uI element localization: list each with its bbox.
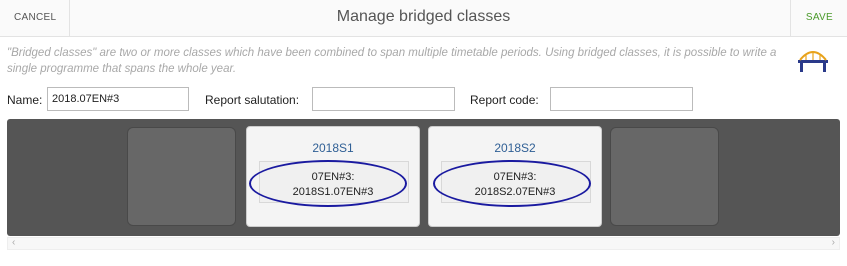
report-salutation-label: Report salutation:: [205, 93, 300, 107]
header-divider-right: [790, 0, 791, 37]
empty-slot[interactable]: [127, 127, 236, 226]
header-bar: CANCEL Manage bridged classes SAVE: [0, 0, 847, 37]
empty-slot[interactable]: [610, 127, 719, 226]
name-label: Name:: [7, 93, 43, 107]
period-card[interactable]: 2018S2 07EN#3: 2018S2.07EN#3: [428, 126, 602, 227]
description-text: "Bridged classes" are two or more classe…: [7, 47, 777, 75]
report-code-label: Report code:: [470, 93, 539, 107]
report-salutation-input[interactable]: [312, 87, 455, 111]
save-button[interactable]: SAVE: [806, 12, 833, 23]
bridged-classes-strip: 2018S1 07EN#3: 2018S1.07EN#3 2018S2 07EN…: [7, 119, 840, 236]
name-input[interactable]: [47, 87, 189, 111]
highlight-circle: [433, 160, 591, 207]
horizontal-scrollbar[interactable]: ‹ ›: [7, 237, 840, 250]
period-title: 2018S2: [494, 141, 536, 155]
period-title: 2018S1: [312, 141, 354, 155]
period-card[interactable]: 2018S1 07EN#3: 2018S1.07EN#3: [246, 126, 420, 227]
bridge-icon: [798, 51, 828, 72]
chevron-left-icon[interactable]: ‹: [12, 237, 15, 248]
highlight-circle: [249, 160, 407, 207]
page-title: Manage bridged classes: [336, 8, 511, 25]
chevron-right-icon[interactable]: ›: [832, 237, 835, 248]
report-code-input[interactable]: [550, 87, 693, 111]
